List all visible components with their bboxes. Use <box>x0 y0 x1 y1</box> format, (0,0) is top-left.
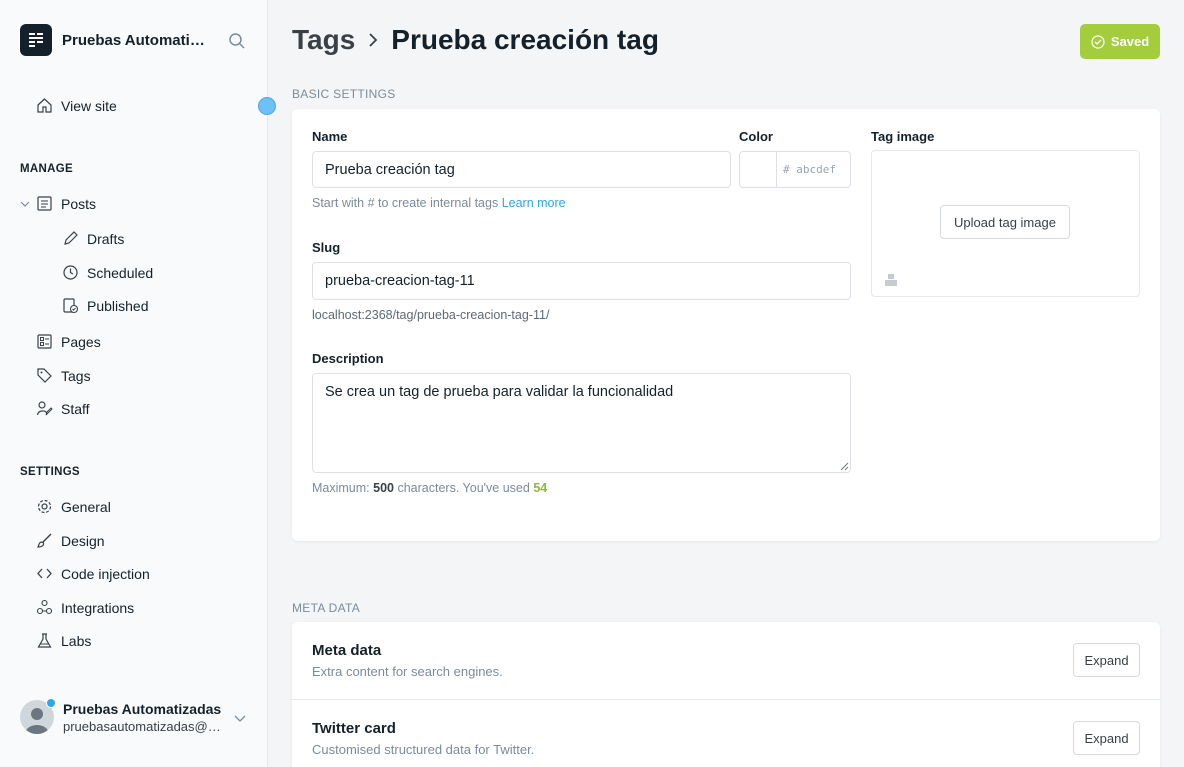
description-text: Se crea un tag de prueba para validar la… <box>325 384 674 400</box>
user-menu[interactable]: Pruebas Automatizadas pruebasautomatizad… <box>20 698 223 734</box>
sidebar-item-scheduled[interactable]: Scheduled <box>62 264 153 281</box>
meta-data-heading: Meta data <box>292 601 361 615</box>
tag-icon <box>37 368 52 383</box>
staff-icon <box>36 401 53 416</box>
site-logo-icon <box>20 24 52 56</box>
home-icon <box>37 98 52 113</box>
twitter-card-expand-button[interactable]: Expand <box>1073 721 1140 755</box>
flask-icon <box>37 633 52 648</box>
color-input[interactable]: # abcdef <box>776 151 851 188</box>
sidebar-item-label: Scheduled <box>87 264 154 281</box>
search-icon[interactable] <box>228 32 246 55</box>
sidebar-item-label: General <box>61 498 111 515</box>
meta-data-row: Meta data Extra content for search engin… <box>292 622 1160 700</box>
tag-image-uploader[interactable]: Upload tag image <box>871 150 1140 297</box>
basic-settings-card: Name Prueba creación tag Start with # to… <box>292 109 1160 541</box>
learn-more-link[interactable]: Learn more <box>502 196 566 210</box>
gear-icon <box>37 499 52 514</box>
manage-heading: MANAGE <box>20 163 73 175</box>
breadcrumb-tags-link[interactable]: Tags <box>292 24 355 56</box>
saved-button[interactable]: Saved <box>1080 24 1160 59</box>
color-swatch[interactable] <box>739 151 777 188</box>
status-dot <box>46 698 56 708</box>
twitter-card-subtitle: Customised structured data for Twitter. <box>312 742 535 757</box>
sidebar-item-label: View site <box>61 97 117 114</box>
sidebar-item-label: Staff <box>61 400 90 417</box>
name-input[interactable]: Prueba creación tag <box>312 151 731 188</box>
slug-input[interactable]: prueba-creacion-tag-11 <box>312 262 851 300</box>
sidebar-item-integrations[interactable]: Integrations <box>36 599 134 616</box>
sidebar-item-design[interactable]: Design <box>36 532 105 549</box>
desc-hint-prefix: Maximum: <box>312 481 370 495</box>
user-name: Pruebas Automatizadas <box>63 700 222 717</box>
brush-icon <box>37 533 52 548</box>
description-label: Description <box>312 351 384 366</box>
sidebar-item-pages[interactable]: Pages <box>36 333 101 350</box>
slug-url: localhost:2368/tag/prueba-creacion-tag-1… <box>312 308 550 322</box>
sidebar-item-staff[interactable]: Staff <box>36 400 90 417</box>
tag-image-label: Tag image <box>871 129 935 144</box>
sidebar-item-label: Integrations <box>61 599 135 616</box>
image-icon <box>884 273 898 292</box>
pages-icon <box>37 334 52 349</box>
sidebar-item-label: Labs <box>61 632 92 649</box>
sidebar-item-drafts[interactable]: Drafts <box>62 230 124 247</box>
sidebar-item-labs[interactable]: Labs <box>36 632 91 649</box>
sidebar-item-posts[interactable]: Posts <box>20 195 96 212</box>
resize-handle-icon[interactable] <box>840 462 849 471</box>
breadcrumb: Tags Prueba creación tag <box>292 24 659 56</box>
sidebar-item-general[interactable]: General <box>36 498 111 515</box>
user-email: pruebasautomatizadas@uniandes.edu.co <box>63 718 223 734</box>
sidebar-item-label: Tags <box>61 367 91 384</box>
sidebar-item-tags[interactable]: Tags <box>36 367 91 384</box>
check-circle-icon <box>1091 34 1105 49</box>
name-hint: Start with # to create internal tags Lea… <box>312 196 566 210</box>
chevron-down-icon[interactable] <box>233 711 247 730</box>
desc-max-count: 500 <box>373 481 394 495</box>
meta-data-card: Meta data Extra content for search engin… <box>292 622 1160 767</box>
sidebar-item-label: Design <box>61 532 105 549</box>
sidebar-item-published[interactable]: Published <box>62 297 149 314</box>
basic-settings-heading: Basic settings <box>292 87 396 101</box>
sidebar-item-label: Pages <box>61 333 101 350</box>
sidebar-item-label: Posts <box>61 195 97 212</box>
clock-icon <box>63 265 78 280</box>
sidebar-item-label: Published <box>87 297 149 314</box>
meta-data-title: Meta data <box>312 642 382 659</box>
sidebar-item-view-site[interactable]: View site <box>36 97 117 114</box>
sidebar-item-code-injection[interactable]: Code injection <box>36 565 150 582</box>
desc-used-count: 54 <box>533 481 548 495</box>
twitter-card-title: Twitter card <box>312 720 396 737</box>
published-icon <box>63 298 79 314</box>
name-label: Name <box>312 129 348 144</box>
meta-data-expand-button[interactable]: Expand <box>1073 643 1140 677</box>
color-label: Color <box>739 129 773 144</box>
meta-data-subtitle: Extra content for search engines. <box>312 664 503 679</box>
posts-icon <box>37 196 52 211</box>
twitter-card-row: Twitter card Customised structured data … <box>292 700 1160 767</box>
desc-hint-mid: characters. You've used <box>397 481 530 495</box>
brand[interactable]: Pruebas Automatizadas <box>20 24 210 56</box>
code-icon <box>37 568 52 579</box>
settings-heading: SETTINGS <box>20 466 80 478</box>
sidebar-item-label: Drafts <box>87 230 125 247</box>
chevron-down-icon[interactable] <box>20 199 30 209</box>
integrations-icon <box>36 599 53 615</box>
description-textarea[interactable]: Se crea un tag de prueba para validar la… <box>312 373 851 473</box>
main-content: Tags Prueba creación tag Saved Basic set… <box>268 0 1184 767</box>
sidebar-item-label: Code injection <box>61 565 150 582</box>
site-title: Pruebas Automatizadas <box>62 31 210 49</box>
saved-label: Saved <box>1110 34 1150 49</box>
description-hint: Maximum: 500 characters. You've used 54 <box>312 481 547 495</box>
upload-tag-image-button[interactable]: Upload tag image <box>940 205 1070 239</box>
sidebar: Pruebas Automatizadas View site MANAGE P… <box>0 0 276 767</box>
page-title: Prueba creación tag <box>391 24 659 55</box>
name-hint-text: Start with # to create internal tags <box>312 196 499 210</box>
chevron-right-icon <box>365 32 381 48</box>
slug-label: Slug <box>312 240 341 255</box>
pencil-icon <box>64 231 78 245</box>
